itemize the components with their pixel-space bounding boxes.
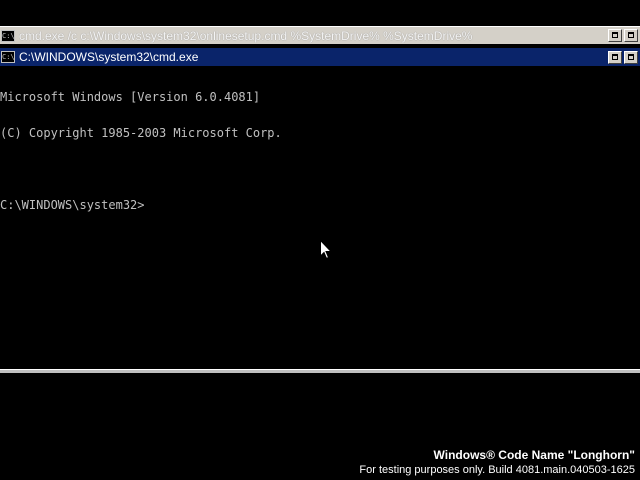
restore-button[interactable] [624, 50, 638, 64]
background-window-title: cmd.exe /c c:\Windows\system32\onlineset… [19, 28, 473, 43]
restore-button[interactable] [624, 29, 638, 42]
window-bottom-border [0, 369, 640, 373]
active-window-titlebar[interactable]: C:\ C:\WINDOWS\system32\cmd.exe [0, 48, 640, 66]
watermark-build-info: For testing purposes only. Build 4081.ma… [359, 464, 635, 476]
maximize-button[interactable] [608, 50, 622, 64]
background-window-titlebar[interactable]: C:\ cmd.exe /c c:\Windows\system32\onlin… [0, 26, 640, 44]
cmd-app-icon[interactable]: C:\ [1, 29, 15, 42]
maximize-icon [612, 32, 618, 38]
restore-icon [628, 32, 634, 38]
restore-icon [628, 53, 634, 60]
console-line: (C) Copyright 1985-2003 Microsoft Corp. [0, 126, 282, 140]
mouse-pointer-icon [320, 240, 332, 260]
active-window-title: C:\WINDOWS\system32\cmd.exe [19, 50, 199, 64]
console-line: Microsoft Windows [Version 6.0.4081] [0, 90, 261, 104]
maximize-icon [612, 53, 618, 60]
cmd-app-icon[interactable]: C:\ [1, 51, 15, 63]
watermark-product-name: Windows® Code Name "Longhorn" [433, 448, 635, 462]
maximize-button[interactable] [608, 29, 622, 42]
command-prompt[interactable]: C:\WINDOWS\system32> [0, 199, 640, 211]
build-watermark: Windows® Code Name "Longhorn" For testin… [359, 448, 635, 477]
console-output[interactable]: Microsoft Windows [Version 6.0.4081] (C)… [0, 66, 640, 369]
